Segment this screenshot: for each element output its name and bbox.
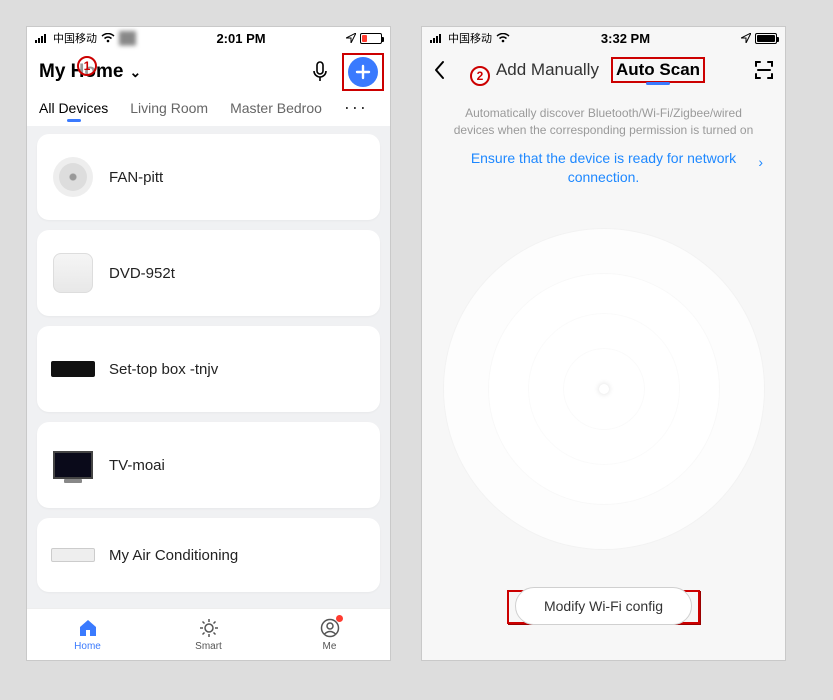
modify-wifi-button[interactable]: Modify Wi-Fi config — [515, 587, 692, 625]
battery-icon — [360, 33, 382, 44]
highlight-add-button — [342, 53, 384, 91]
device-card[interactable]: My Air Conditioning — [37, 518, 380, 592]
status-time: 3:32 PM — [601, 31, 650, 46]
status-bar: 中国移动 ██ 2:01 PM — [27, 27, 390, 49]
scan-radar — [422, 188, 785, 590]
callout-2: 2 — [470, 66, 490, 86]
smart-icon — [198, 617, 220, 639]
location-icon — [741, 33, 751, 43]
signal-icon — [35, 33, 49, 43]
radar-center-dot — [599, 384, 609, 394]
status-time: 2:01 PM — [216, 31, 265, 46]
status-bar: 中国移动 3:32 PM — [422, 27, 785, 49]
microphone-icon[interactable] — [310, 60, 330, 84]
nav-me[interactable]: Me — [269, 609, 390, 660]
chevron-down-icon: ⌄ — [129, 64, 141, 81]
home-icon — [77, 617, 99, 639]
location-icon — [346, 33, 356, 43]
device-name: DVD-952t — [109, 265, 175, 282]
nav-smart[interactable]: Smart — [148, 609, 269, 660]
device-card[interactable]: TV-moai — [37, 422, 380, 508]
scan-icon[interactable] — [753, 59, 775, 81]
bottom-nav: Home Smart Me — [27, 608, 390, 660]
auto-scan-description: Automatically discover Bluetooth/Wi-Fi/Z… — [422, 89, 785, 143]
highlight-auto-scan: Auto Scan — [611, 57, 705, 83]
highlight-modify-wifi: Modify Wi-Fi config — [507, 590, 700, 624]
callout-1: 1 — [77, 56, 97, 76]
device-ready-label: Ensure that the device is ready for netw… — [471, 150, 736, 186]
dvd-icon — [51, 251, 95, 295]
signal-icon — [430, 33, 444, 43]
carrier-label: 中国移动 — [53, 30, 97, 46]
device-card[interactable]: DVD-952t — [37, 230, 380, 316]
carrier-label: 中国移动 — [448, 30, 492, 46]
device-list: FAN-pitt DVD-952t Set-top box -tnjv TV-m… — [27, 126, 390, 608]
phone-auto-scan-screen: 2 中国移动 3:32 PM — [421, 26, 786, 661]
device-name: My Air Conditioning — [109, 547, 238, 564]
tab-living-room[interactable]: Living Room — [130, 100, 208, 116]
device-card[interactable]: FAN-pitt — [37, 134, 380, 220]
ac-icon — [51, 533, 95, 577]
device-name: TV-moai — [109, 457, 165, 474]
add-device-button[interactable] — [348, 57, 378, 87]
battery-icon — [755, 33, 777, 44]
me-icon — [319, 617, 341, 639]
room-tabs: All Devices Living Room Master Bedroo ··… — [27, 93, 390, 126]
device-name: Set-top box -tnjv — [109, 361, 218, 378]
obscured-text: ██ — [119, 31, 136, 45]
tab-add-manually[interactable]: Add Manually — [496, 60, 599, 80]
wifi-icon — [496, 33, 510, 43]
back-button[interactable] — [432, 59, 448, 81]
tab-master-bedroom[interactable]: Master Bedroo — [230, 100, 322, 116]
phone-home-screen: 1 中国移动 ██ 2:01 PM — [26, 26, 391, 661]
device-ready-link[interactable]: Ensure that the device is ready for netw… — [422, 143, 785, 188]
nav-home-label: Home — [74, 641, 101, 652]
settopbox-icon — [51, 347, 95, 391]
chevron-right-icon: › — [758, 153, 763, 173]
device-name: FAN-pitt — [109, 169, 163, 186]
device-card[interactable]: Set-top box -tnjv — [37, 326, 380, 412]
wifi-icon — [101, 33, 115, 43]
nav-smart-label: Smart — [195, 641, 222, 652]
fan-icon — [51, 155, 95, 199]
nav-home[interactable]: Home — [27, 609, 148, 660]
tabs-more-button[interactable]: ··· — [344, 97, 368, 118]
tab-all-devices[interactable]: All Devices — [39, 100, 108, 116]
tv-icon — [51, 443, 95, 487]
tab-auto-scan[interactable]: Auto Scan — [616, 60, 700, 79]
nav-me-label: Me — [323, 641, 337, 652]
